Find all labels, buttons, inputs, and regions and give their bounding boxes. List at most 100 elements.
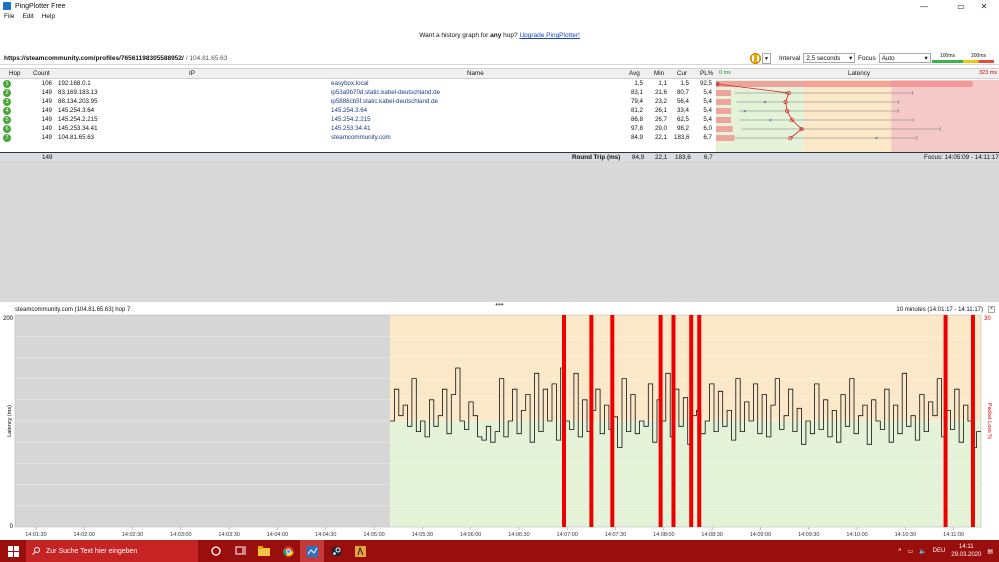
focus-select[interactable]: Auto ▾ [878,53,931,63]
x-tick-label: 14:03:30 [218,532,239,538]
upgrade-banner: Want a history graph for any hop? Upgrad… [0,32,999,39]
clock[interactable]: 14:11 29.03.2020 [951,543,981,559]
col-pl[interactable]: PL% [700,70,713,77]
taskbar: Zur Suche Text hier eingeben ˄ ▭ 🔈 DEU 1… [0,540,999,562]
x-tick-label: 14:10:30 [895,532,916,538]
x-tick-label: 14:07:30 [605,532,626,538]
col-ip[interactable]: IP [189,70,195,77]
summary-label: Round Trip (ms) [572,154,621,161]
x-tick-label: 14:04:00 [267,532,288,538]
x-tick-label: 14:06:30 [508,532,529,538]
hop-number: 4 [3,107,11,115]
hop-number: 3 [3,98,11,106]
interval-control: Interval 2,5 seconds ▾ [779,53,856,63]
menu-edit[interactable]: Edit [22,13,33,23]
language-indicator[interactable]: DEU [933,548,946,554]
cell-min: 23,2 [654,98,667,105]
current-latency-mark: × [716,82,719,88]
cell-pl: 5,4 [703,89,712,96]
csgo-icon[interactable] [348,540,372,562]
chrome-icon[interactable] [276,540,300,562]
table-row[interactable]: 3 149 88.134.203.95 ip5886cb5f.static.kabel… [0,98,715,107]
packet-loss-bar [671,315,676,527]
table-row[interactable]: 2 149 83.169.183.13 ip53a9b70d.static.kabel… [0,89,715,98]
table-row[interactable]: 6 149 145.253.34.41 145.253.34.41 97,8 29,0 98… [0,125,715,134]
col-count[interactable]: Count [33,70,50,77]
x-tick-label: 14:06:00 [460,532,481,538]
target-url[interactable]: https://steamcommunity.com/profiles/7656… [4,55,184,62]
app-icon [3,2,11,10]
packet-loss-bar [716,126,733,132]
cell-pl: 6,7 [703,134,712,141]
cell-name: ip53a9b70d.static.kabel-deutschland.de [331,89,441,96]
cell-avg: 83,1 [630,89,643,96]
file-explorer-icon[interactable] [252,540,276,562]
summary-cur: 183,6 [675,154,691,161]
col-latency: Latency [848,70,871,77]
steam-icon[interactable] [324,540,348,562]
col-avg[interactable]: Avg [629,70,640,77]
cortana-icon[interactable] [204,540,228,562]
col-hop[interactable]: Hop [9,70,21,77]
hop-number: 2 [3,89,11,97]
cell-ip: 83.169.183.13 [58,89,98,96]
y2-axis-label: Packet Loss % [986,403,992,439]
y-axis-top: 200 [3,316,14,322]
network-icon[interactable]: ▭ [907,548,913,555]
interval-select[interactable]: 2,5 seconds ▾ [803,53,856,63]
menu-help[interactable]: Help [42,13,55,23]
taskbar-search[interactable]: Zur Suche Text hier eingeben [26,540,198,562]
cell-min: 1,1 [658,80,667,87]
packet-loss-bar [716,99,731,105]
col-cur[interactable]: Cur [677,70,687,77]
cell-cur: 33,4 [676,107,689,114]
col-name[interactable]: Name [467,70,484,77]
window-title: PingPlotter Free [15,2,66,10]
y-axis-label: Latency (ms) [7,405,13,437]
menu-file[interactable]: File [4,13,14,23]
packet-loss-bar [658,315,663,527]
close-icon[interactable]: × [988,306,995,313]
task-view-icon[interactable] [228,540,252,562]
current-latency-mark: × [743,109,746,115]
cell-name: 145.254.2.215 [331,116,371,123]
latency-zone-bad [891,80,999,152]
cell-avg: 79,4 [630,98,643,105]
summary-count: 149 [42,154,53,161]
windows-start-icon[interactable] [0,540,26,562]
latency-max-label: 323 ms [979,70,998,76]
search-placeholder: Zur Suche Text hier eingeben [46,547,138,555]
pause-icon[interactable]: ❚❚ [750,53,761,64]
cell-ip: 145.254.2.215 [58,116,98,123]
notification-icon[interactable]: ▤ [987,548,993,555]
current-latency-mark: × [875,136,878,142]
summary-avg: 84,9 [632,154,645,161]
packet-loss-bar [689,315,694,527]
cell-min: 22,1 [654,134,667,141]
volume-icon[interactable]: 🔈 [919,548,926,555]
packet-loss-bar [943,315,948,527]
x-tick-label: 14:11:00 [943,532,964,538]
cell-ip: 88.134.203.95 [58,98,98,105]
cell-min: 26,7 [654,116,667,123]
table-row[interactable]: 1 106 192.168.0.1 easybox.local 1,5 1,1 1,5 92,… [0,80,715,89]
table-row[interactable]: 7 149 104.81.65.63 steamcommunity.com 84,9 22… [0,134,715,143]
packet-loss-bar [716,108,731,114]
col-min[interactable]: Min [654,70,664,77]
upgrade-link[interactable]: Upgrade PingPlotter! [519,32,579,39]
cell-pl: 6,0 [703,125,712,132]
banner-middle: hop? [503,32,518,39]
x-tick-label: 14:10:00 [846,532,867,538]
chevron-up-icon[interactable]: ˄ [898,548,902,554]
chevron-down-icon[interactable]: ▼ [762,53,771,64]
cell-cur: 62,5 [676,116,689,123]
warn-latency-zone [390,315,981,421]
minimize-button[interactable]: — [909,0,939,12]
focus-label: Focus [858,54,876,62]
table-row[interactable]: 4 149 145.254.3.64 145.254.3.64 81,2 26,1 33,4… [0,107,715,116]
close-button[interactable]: ✕ [969,0,999,12]
pingplotter-taskbar-icon[interactable] [300,540,324,562]
x-tick-label: 14:05:00 [363,532,384,538]
table-row[interactable]: 5 149 145.254.2.215 145.254.2.215 86,8 26,7 62… [0,116,715,125]
cell-min: 29,0 [654,125,667,132]
